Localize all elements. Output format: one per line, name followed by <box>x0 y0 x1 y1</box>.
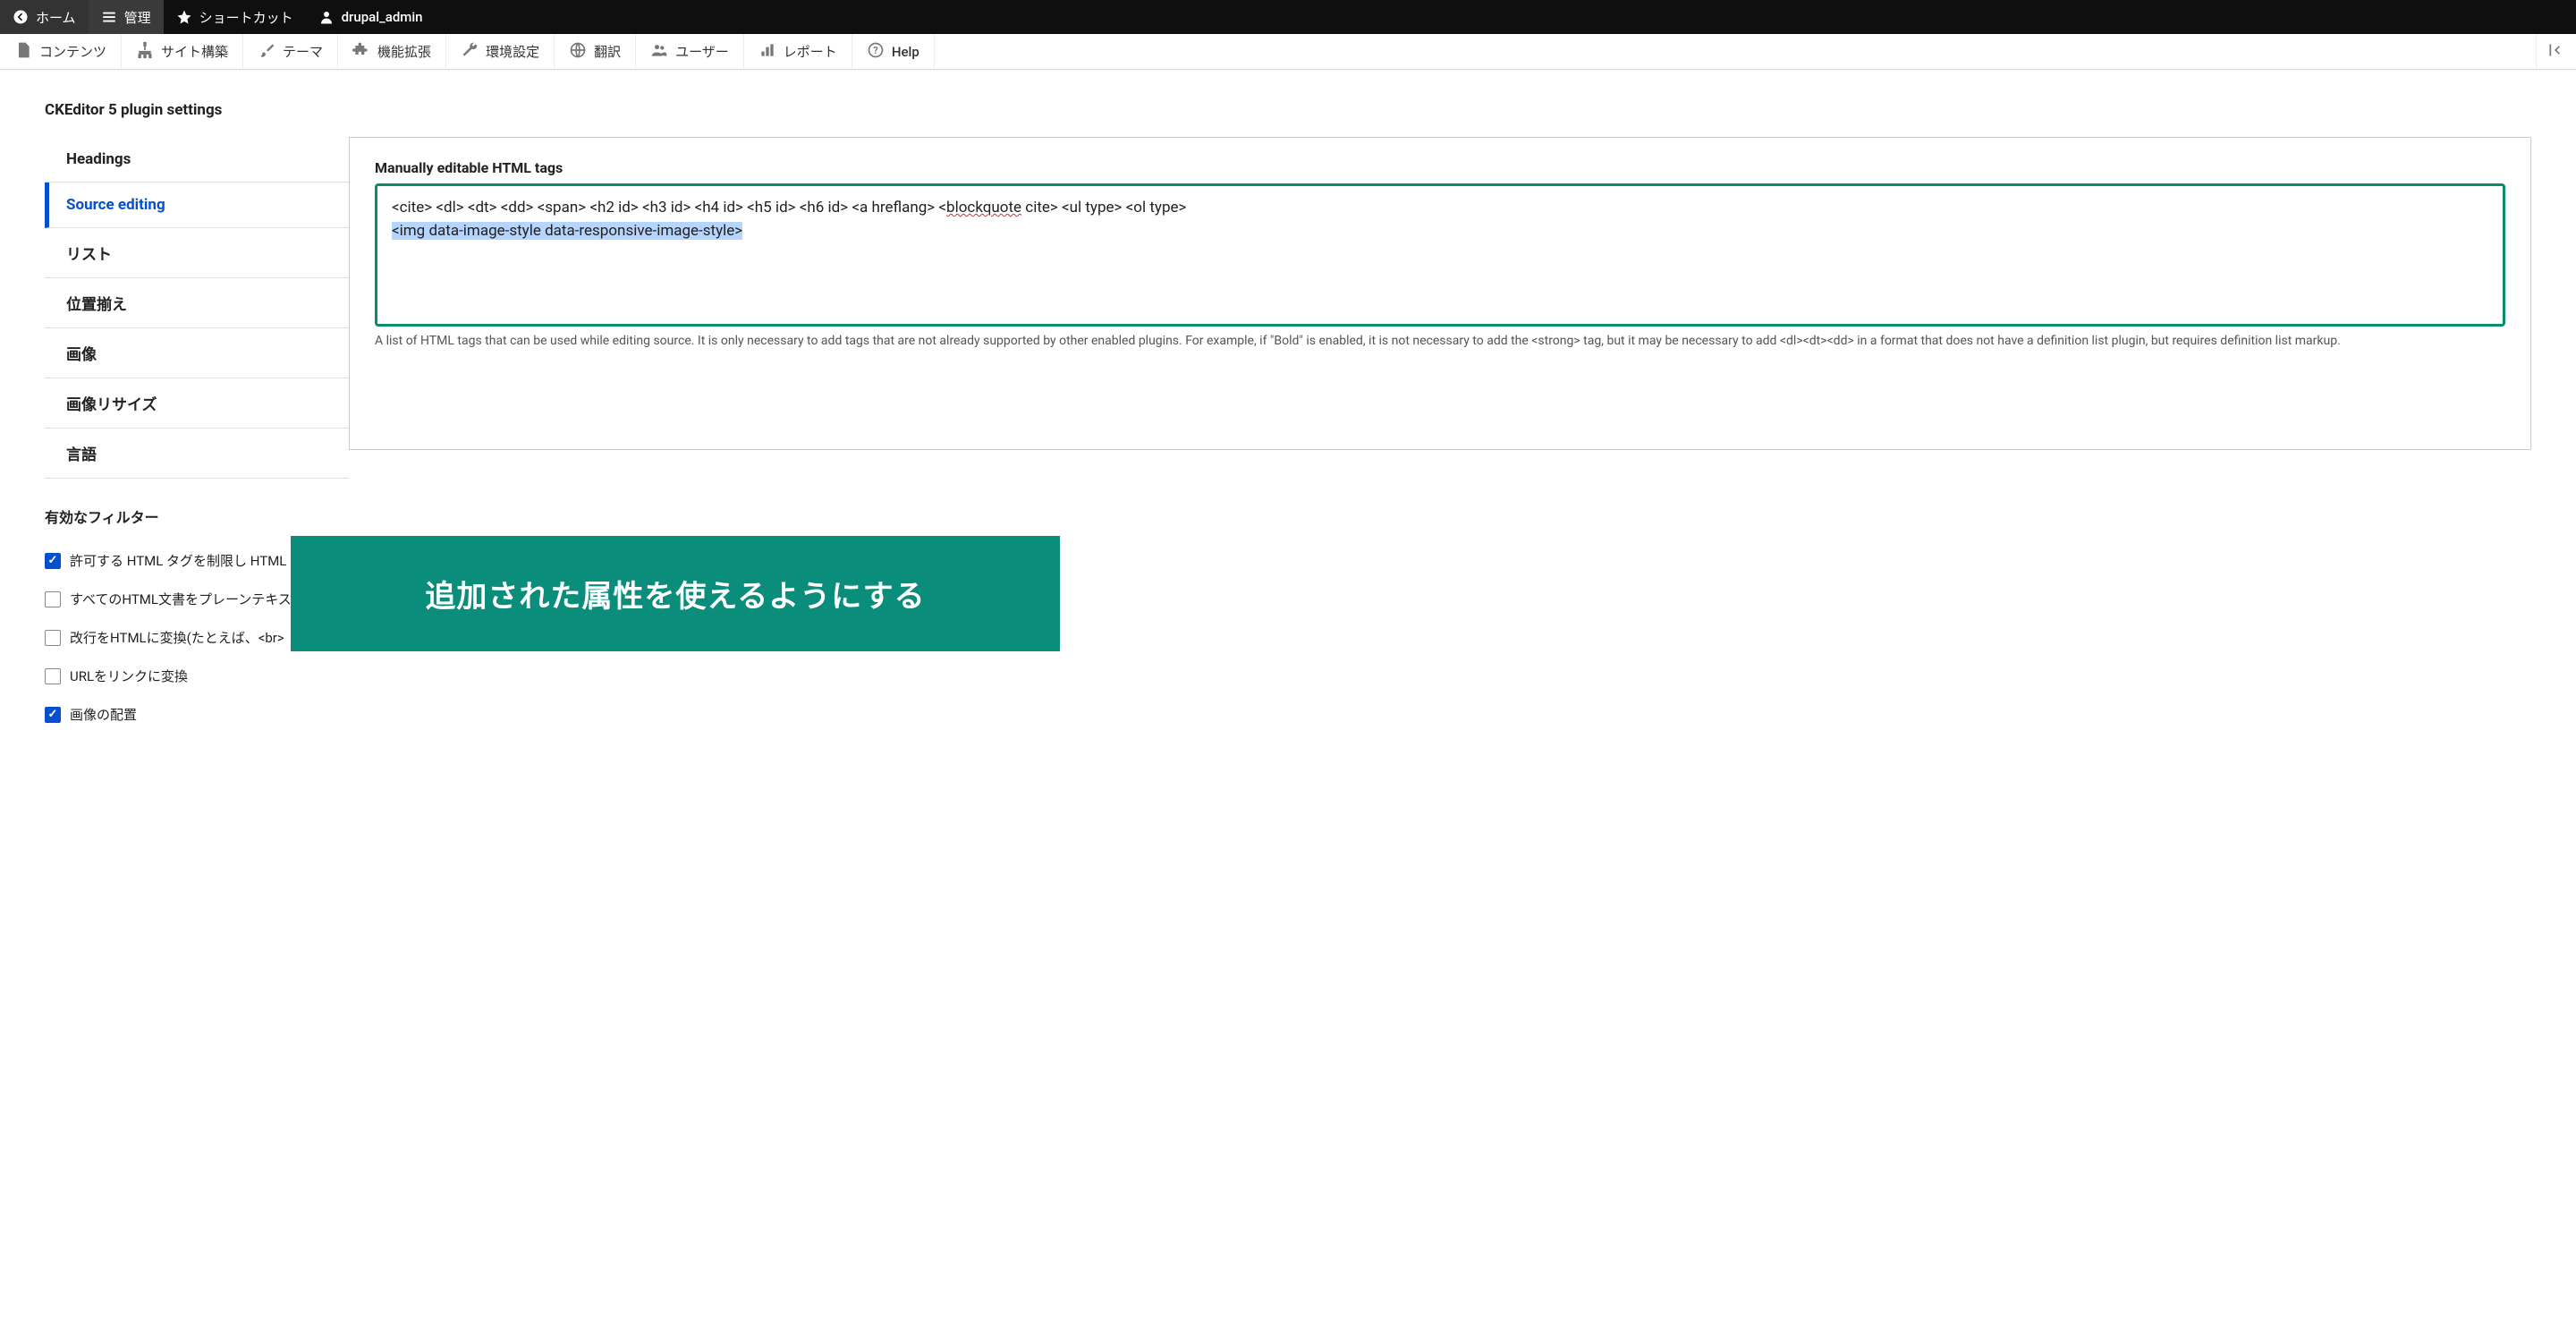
admin-structure-label: サイト構築 <box>161 42 228 61</box>
checkbox-plain-text[interactable] <box>45 591 61 607</box>
source-editing-panel: Manually editable HTML tags <cite> <dl> … <box>349 137 2531 450</box>
vtab-image[interactable]: 画像 <box>45 328 349 378</box>
admin-reports-label: レポート <box>784 42 837 61</box>
checkbox-url[interactable] <box>45 668 61 684</box>
field-help-text: A list of HTML tags that can be used whi… <box>375 332 2505 351</box>
vtab-source-editing[interactable]: Source editing <box>45 183 349 228</box>
textarea-text-part1b: cite> <ul type> <ol type> <box>1021 199 1186 217</box>
toolbar-collapse[interactable] <box>2536 34 2576 69</box>
collapse-icon <box>2547 41 2565 63</box>
annotation-text: 追加された属性を使えるようにする <box>425 579 925 615</box>
wrench-icon <box>461 41 479 63</box>
people-icon <box>650 41 668 63</box>
admin-config-label: 環境設定 <box>486 42 539 61</box>
topbar-manage[interactable]: 管理 <box>89 0 164 34</box>
filter-label: 改行をHTMLに変換(たとえば、<br> <box>70 628 284 647</box>
sitemap-icon <box>136 41 154 63</box>
admin-toolbar: コンテンツ サイト構築 テーマ 機能拡張 環境設定 翻訳 ユーザー レポート ?… <box>0 34 2576 70</box>
topbar-shortcuts[interactable]: ショートカット <box>164 0 306 34</box>
plugin-settings-wrapper: Headings Source editing リスト 位置揃え 画像 画像リサ… <box>45 137 2531 479</box>
topbar-shortcuts-label: ショートカット <box>199 8 293 27</box>
checkbox-linebreak[interactable] <box>45 630 61 646</box>
main-content: CKEditor 5 plugin settings Headings Sour… <box>0 70 2576 752</box>
admin-content-label: コンテンツ <box>39 42 106 61</box>
topbar-home[interactable]: ホーム <box>0 0 89 34</box>
textarea-highlight-border: <cite> <dl> <dt> <dd> <span> <h2 id> <h3… <box>375 183 2505 327</box>
filter-label: URLをリンクに変換 <box>70 667 188 685</box>
checkbox-image-align[interactable] <box>45 707 61 723</box>
puzzle-icon <box>352 41 370 63</box>
help-icon: ? <box>867 41 885 63</box>
bar-chart-icon <box>758 41 776 63</box>
admin-help-label: Help <box>892 44 919 60</box>
topbar-home-label: ホーム <box>36 8 76 27</box>
file-icon <box>14 41 32 63</box>
topbar-user-label: drupal_admin <box>342 9 423 25</box>
vtab-headings[interactable]: Headings <box>45 137 349 183</box>
admin-extend-label: 機能拡張 <box>377 42 431 61</box>
section-title: CKEditor 5 plugin settings <box>45 101 2531 119</box>
filters-title: 有効なフィルター <box>45 505 2531 527</box>
vtab-image-resize[interactable]: 画像リサイズ <box>45 378 349 429</box>
enabled-filters-section: 有効なフィルター 許可する HTML タグを制限し HTML すべてのHTML文… <box>45 505 2531 734</box>
checkbox-limit-html[interactable] <box>45 553 61 569</box>
filter-label: 画像の配置 <box>70 705 137 724</box>
svg-text:?: ? <box>873 45 877 56</box>
field-label-manual-tags: Manually editable HTML tags <box>375 159 2505 176</box>
admin-config[interactable]: 環境設定 <box>446 34 555 69</box>
manual-tags-textarea[interactable]: <cite> <dl> <dt> <dd> <span> <h2 id> <h3… <box>379 188 2501 322</box>
admin-content[interactable]: コンテンツ <box>0 34 122 69</box>
person-icon <box>318 9 335 25</box>
admin-translate[interactable]: 翻訳 <box>555 34 636 69</box>
filter-label: 許可する HTML タグを制限し HTML <box>70 551 286 570</box>
brush-icon <box>258 41 275 63</box>
annotation-overlay-banner: 追加された属性を使えるようにする <box>291 536 1060 651</box>
vertical-tabs-list: Headings Source editing リスト 位置揃え 画像 画像リサ… <box>45 137 349 479</box>
admin-reports[interactable]: レポート <box>744 34 852 69</box>
star-icon <box>176 9 192 25</box>
hamburger-icon <box>101 9 117 25</box>
admin-translate-label: 翻訳 <box>594 42 621 61</box>
admin-structure[interactable]: サイト構築 <box>122 34 243 69</box>
admin-appearance-label: テーマ <box>283 42 323 61</box>
topbar-manage-label: 管理 <box>124 8 151 27</box>
drupal-topbar: ホーム 管理 ショートカット drupal_admin <box>0 0 2576 34</box>
textarea-text-part1: <cite> <dl> <dt> <dd> <span> <h2 id> <h3… <box>392 199 946 217</box>
back-circle-icon <box>13 9 29 25</box>
vtab-list[interactable]: リスト <box>45 228 349 278</box>
textarea-spell-word: blockquote <box>946 199 1021 217</box>
vtab-language[interactable]: 言語 <box>45 429 349 479</box>
filter-row-url[interactable]: URLをリンクに変換 <box>45 657 2531 695</box>
admin-help[interactable]: ? Help <box>852 34 935 69</box>
globe-icon <box>569 41 587 63</box>
admin-appearance[interactable]: テーマ <box>243 34 338 69</box>
filter-label: すべてのHTML文書をプレーンテキス <box>70 590 292 608</box>
filter-row-image-align[interactable]: 画像の配置 <box>45 695 2531 734</box>
admin-people[interactable]: ユーザー <box>636 34 744 69</box>
textarea-selected-text: <img data-image-style data-responsive-im… <box>392 222 742 240</box>
admin-extend[interactable]: 機能拡張 <box>338 34 446 69</box>
admin-people-label: ユーザー <box>675 42 729 61</box>
topbar-user[interactable]: drupal_admin <box>306 0 436 34</box>
vtab-alignment[interactable]: 位置揃え <box>45 278 349 328</box>
